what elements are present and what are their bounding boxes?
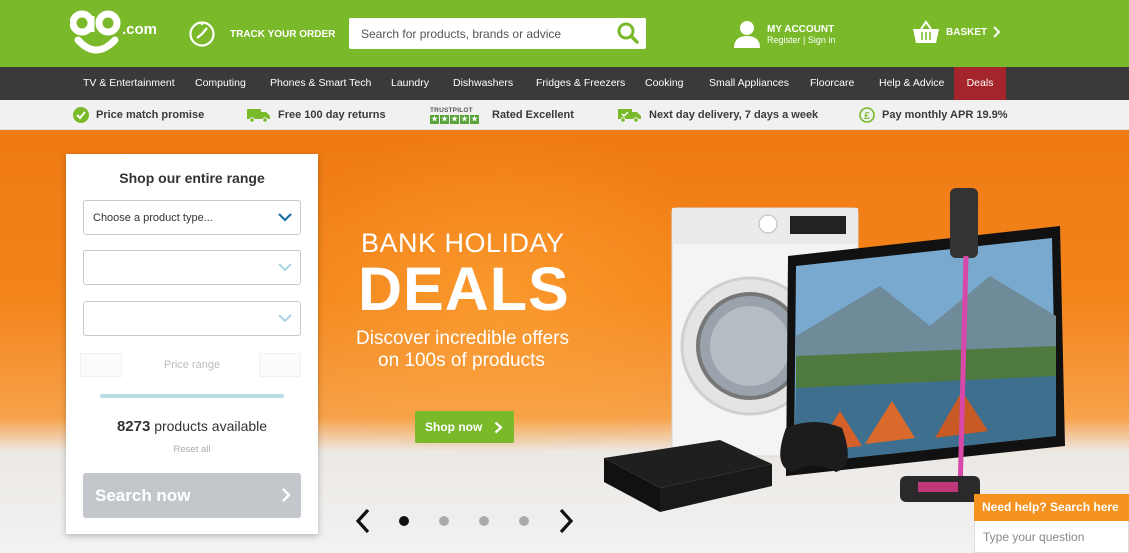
usp-monthly[interactable]: £ Pay monthly APR 19.9% [859, 100, 1008, 130]
hero-title-line2: DEALS [358, 255, 570, 323]
delivery-truck-icon [618, 109, 641, 123]
site-search [349, 18, 646, 49]
nav-item-dishwashers[interactable]: Dishwashers [453, 67, 513, 100]
truck-icon [247, 109, 270, 123]
carousel-dot[interactable] [439, 516, 449, 526]
nav-item-fridges[interactable]: Fridges & Freezers [536, 67, 625, 100]
chevron-right-icon [495, 421, 503, 433]
trustpilot-stars-icon: ★ ★ ★ ★ ★ [430, 114, 479, 124]
usp-price-match-label: Price match promise [96, 109, 205, 121]
carousel-dot[interactable] [479, 516, 489, 526]
user-icon [734, 21, 760, 48]
search-input[interactable] [349, 19, 609, 48]
trustpilot-logo: TRUSTPILOT [430, 106, 473, 114]
products-count: 8273 [116, 418, 151, 435]
chevron-down-icon [278, 314, 292, 323]
account-title: MY ACCOUNT [767, 23, 835, 35]
nav-item-small-appliances[interactable]: Small Appliances [709, 67, 789, 100]
ao-logo-icon: .com [69, 10, 157, 54]
hero-subtitle-line2: on 100s of products [378, 350, 545, 371]
panel-title: Shop our entire range [119, 170, 265, 186]
price-max-input[interactable] [259, 353, 301, 377]
pound-icon: £ [859, 107, 875, 123]
product-type-select[interactable]: Choose a product type... [83, 200, 301, 235]
search-now-label: Search now [95, 485, 191, 505]
product-type-select-value: Choose a product type... [93, 211, 213, 224]
carousel-dot[interactable] [399, 516, 409, 526]
hero-subtitle-line1: Discover incredible offers [356, 328, 569, 349]
site-header: .com TRACK YOUR ORDER MY ACCOUNT Re [0, 0, 1129, 67]
search-button[interactable] [616, 21, 640, 45]
carousel-dot[interactable] [519, 516, 529, 526]
search-now-button[interactable]: Search now [83, 473, 301, 518]
controller-image [780, 422, 848, 472]
search-icon [617, 22, 639, 44]
usp-trustpilot[interactable]: TRUSTPILOT ★ ★ ★ ★ ★ Rated Excellent [430, 100, 574, 130]
chevron-right-icon [559, 508, 574, 534]
usp-price-match[interactable]: Price match promise [73, 100, 204, 130]
chevron-down-icon [278, 213, 292, 222]
chevron-left-icon [355, 508, 370, 534]
clock-icon [189, 21, 215, 47]
products-available-label: products available [150, 418, 268, 434]
chevron-right-icon [282, 488, 291, 502]
price-range-slider[interactable] [100, 394, 284, 398]
nav-item-cooking[interactable]: Cooking [645, 67, 684, 100]
feature-select[interactable] [83, 301, 301, 336]
hero-products-image [604, 188, 1065, 512]
basket-link[interactable]: BASKET [912, 20, 1001, 44]
usp-delivery[interactable]: Next day delivery, 7 days a week [618, 100, 818, 130]
shop-now-button[interactable]: Shop now [415, 411, 514, 443]
reset-all-link[interactable]: Reset all [66, 444, 318, 455]
shop-now-label: Shop now [425, 420, 483, 434]
usp-bar: Price match promise Free 100 day returns… [0, 100, 1129, 130]
help-widget-header[interactable]: Need help? Search here [974, 494, 1129, 521]
main-nav: TV & Entertainment Computing Phones & Sm… [0, 67, 1129, 100]
svg-text:£: £ [864, 111, 870, 122]
brand-select[interactable] [83, 250, 301, 285]
usp-monthly-label: Pay monthly APR 19.9% [882, 109, 1008, 121]
usp-delivery-label: Next day delivery, 7 days a week [649, 109, 819, 121]
nav-item-tv[interactable]: TV & Entertainment [83, 67, 175, 100]
nav-item-phones[interactable]: Phones & Smart Tech [270, 67, 371, 100]
carousel-prev-button[interactable] [352, 506, 376, 536]
track-order-label: TRACK YOUR ORDER [230, 28, 336, 40]
ao-logo[interactable]: .com [69, 8, 160, 60]
usp-returns[interactable]: Free 100 day returns [247, 100, 386, 130]
help-widget: Need help? Search here [974, 494, 1129, 553]
help-question-input[interactable] [974, 521, 1129, 553]
nav-item-computing[interactable]: Computing [195, 67, 246, 100]
usp-rated-label: Rated Excellent [492, 109, 574, 121]
register-link[interactable]: Register [767, 35, 801, 45]
usp-returns-label: Free 100 day returns [278, 109, 386, 121]
chevron-down-icon [278, 263, 292, 272]
check-circle-icon [73, 107, 89, 123]
basket-label: BASKET [946, 26, 988, 38]
shop-range-panel: Shop our entire range Choose a product t… [66, 154, 318, 534]
svg-text:.com: .com [122, 21, 157, 38]
signin-link[interactable]: Sign in [808, 35, 836, 45]
nav-item-floorcare[interactable]: Floorcare [810, 67, 854, 100]
nav-item-laundry[interactable]: Laundry [391, 67, 429, 100]
nav-item-help[interactable]: Help & Advice [879, 67, 944, 100]
basket-icon [913, 20, 939, 43]
carousel-next-button[interactable] [553, 506, 577, 536]
products-available: 8273 products available [66, 418, 318, 435]
account-separator: | [803, 34, 806, 45]
chevron-right-icon [993, 26, 1001, 38]
track-order-link[interactable]: TRACK YOUR ORDER [188, 20, 335, 48]
nav-item-deals[interactable]: Deals [954, 67, 1006, 100]
my-account[interactable]: MY ACCOUNT Register | Sign in [733, 20, 835, 48]
